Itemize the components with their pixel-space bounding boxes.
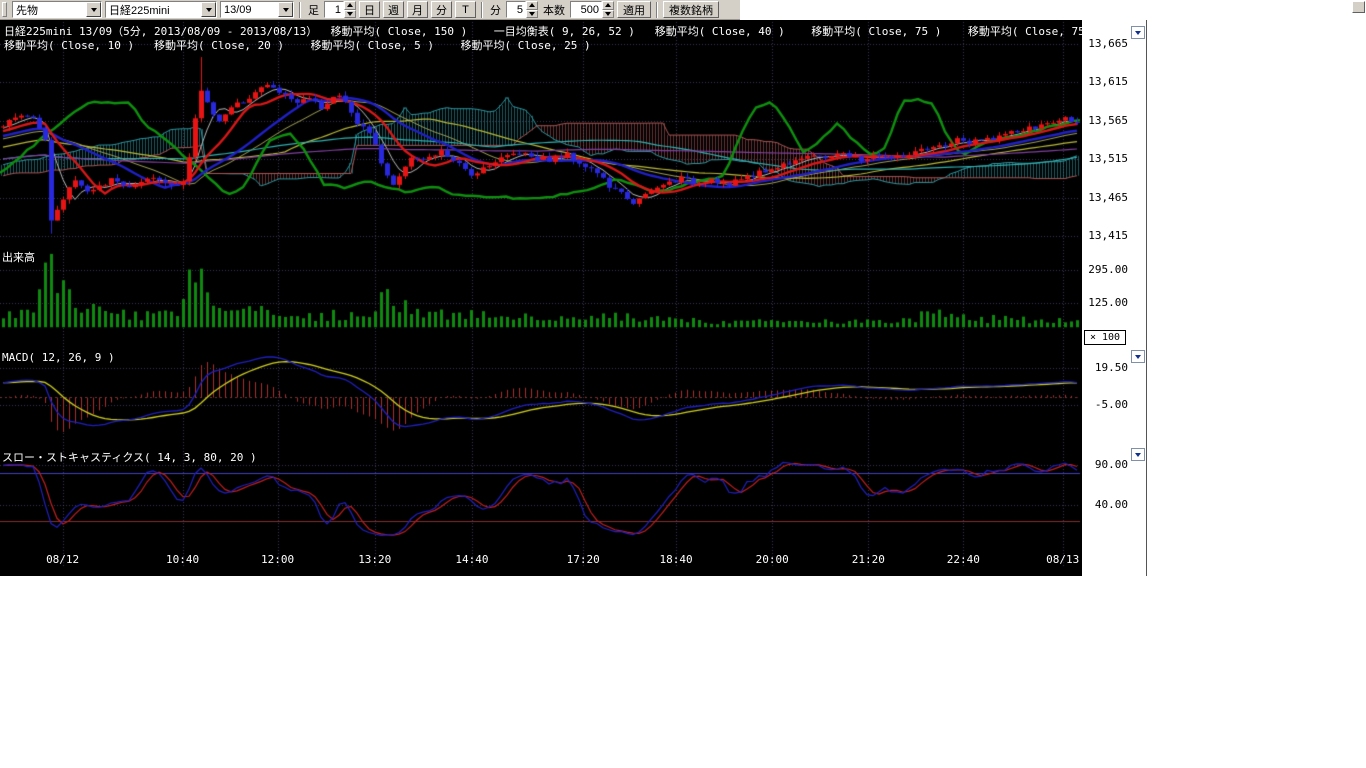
- x-axis-label: 20:00: [756, 553, 789, 566]
- macd-axis-menu-button[interactable]: [1131, 350, 1145, 363]
- chevron-down-icon[interactable]: [86, 2, 101, 17]
- stoch-axis-label: 40.00: [1082, 498, 1128, 511]
- period-tick-button[interactable]: T: [455, 1, 476, 18]
- chart-area: 日経225mini 13/09（5分, 2013/08/09 - 2013/08…: [0, 20, 1082, 576]
- spinner-up-icon[interactable]: [526, 1, 538, 10]
- volume-axis-label: 125.00: [1082, 296, 1128, 309]
- macd-axis-label: 19.50: [1082, 361, 1128, 374]
- price-axis-menu-button[interactable]: [1131, 26, 1145, 39]
- macd-axis-label: -5.00: [1082, 398, 1128, 411]
- period-week-button[interactable]: 週: [383, 1, 404, 18]
- toolbar: 先物 日経225mini 13/09 足 1 日 週 月 分 T 分 5: [0, 0, 740, 20]
- period-month-button[interactable]: 月: [407, 1, 428, 18]
- chevron-down-icon[interactable]: [201, 2, 216, 17]
- instrument-type-value: 先物: [13, 2, 86, 18]
- volume-multiplier-box: × 100: [1084, 330, 1126, 345]
- x-axis-label: 10:40: [166, 553, 199, 566]
- volume-axis-label: 295.00: [1082, 263, 1128, 276]
- symbol-value: 日経225mini: [106, 2, 201, 18]
- x-axis-label: 21:20: [852, 553, 885, 566]
- bar-count-label: 本数: [541, 2, 567, 18]
- bar-interval-spinner[interactable]: 1: [324, 1, 356, 18]
- price-axis-label: 13,515: [1082, 152, 1128, 165]
- panel-divider: [1146, 20, 1147, 576]
- stoch-axis-label: 90.00: [1082, 458, 1128, 471]
- volume-multiplier-label: × 100: [1090, 332, 1120, 343]
- stoch-axis-menu-button[interactable]: [1131, 448, 1145, 461]
- volume-pane-label: 出来高: [2, 249, 35, 265]
- bar-interval-value: 1: [324, 1, 344, 18]
- x-axis-row: 08/12 10:40 12:00 13:20 14:40 17:20 18:40 20:00…: [0, 553, 1080, 571]
- spinner-down-icon[interactable]: [526, 10, 538, 19]
- chevron-down-icon[interactable]: [278, 2, 293, 17]
- toolbar-grip[interactable]: [2, 2, 7, 17]
- minute-interval-value: 5: [506, 1, 526, 18]
- value-axis-column: 13,665 13,615 13,565 13,515 13,465 13,41…: [1082, 0, 1146, 576]
- toolbar-separator: [481, 2, 483, 18]
- bar-count-value: 500: [570, 1, 602, 18]
- bar-type-label: 足: [306, 2, 321, 18]
- x-axis-label: 08/13: [1046, 553, 1079, 566]
- symbol-select[interactable]: 日経225mini: [105, 1, 217, 18]
- period-day-button[interactable]: 日: [359, 1, 380, 18]
- window-corner-button[interactable]: [1352, 1, 1365, 13]
- spinner-down-icon[interactable]: [344, 10, 356, 19]
- x-axis-label: 12:00: [261, 553, 294, 566]
- bar-count-spinner[interactable]: 500: [570, 1, 614, 18]
- stoch-pane-label: スロー・ストキャスティクス( 14, 3, 80, 20 ): [2, 449, 257, 465]
- price-axis-label: 13,615: [1082, 75, 1128, 88]
- x-axis-label: 18:40: [660, 553, 693, 566]
- instrument-type-select[interactable]: 先物: [12, 1, 102, 18]
- multi-symbol-button[interactable]: 複数銘柄: [663, 1, 719, 18]
- x-axis-label: 08/12: [46, 553, 79, 566]
- apply-button[interactable]: 適用: [617, 1, 651, 18]
- x-axis-label: 14:40: [455, 553, 488, 566]
- spinner-up-icon[interactable]: [602, 1, 614, 10]
- contract-month-select[interactable]: 13/09: [220, 1, 294, 18]
- price-axis-label: 13,565: [1082, 114, 1128, 127]
- macd-pane-label: MACD( 12, 26, 9 ): [2, 351, 115, 364]
- toolbar-separator: [299, 2, 301, 18]
- period-minute-button[interactable]: 分: [431, 1, 452, 18]
- contract-month-value: 13/09: [221, 4, 278, 16]
- x-axis-label: 17:20: [567, 553, 600, 566]
- x-axis-label: 22:40: [947, 553, 980, 566]
- x-axis-label: 13:20: [358, 553, 391, 566]
- spinner-up-icon[interactable]: [344, 1, 356, 10]
- price-axis-label: 13,465: [1082, 191, 1128, 204]
- price-chart-canvas[interactable]: [0, 20, 1082, 576]
- minute-interval-spinner[interactable]: 5: [506, 1, 538, 18]
- toolbar-separator: [656, 2, 658, 18]
- minute-label: 分: [488, 2, 503, 18]
- spinner-down-icon[interactable]: [602, 10, 614, 19]
- price-pane-indicator-list: 移動平均( Close, 10 ) 移動平均( Close, 20 ) 移動平均…: [4, 37, 591, 53]
- price-axis-label: 13,415: [1082, 229, 1128, 242]
